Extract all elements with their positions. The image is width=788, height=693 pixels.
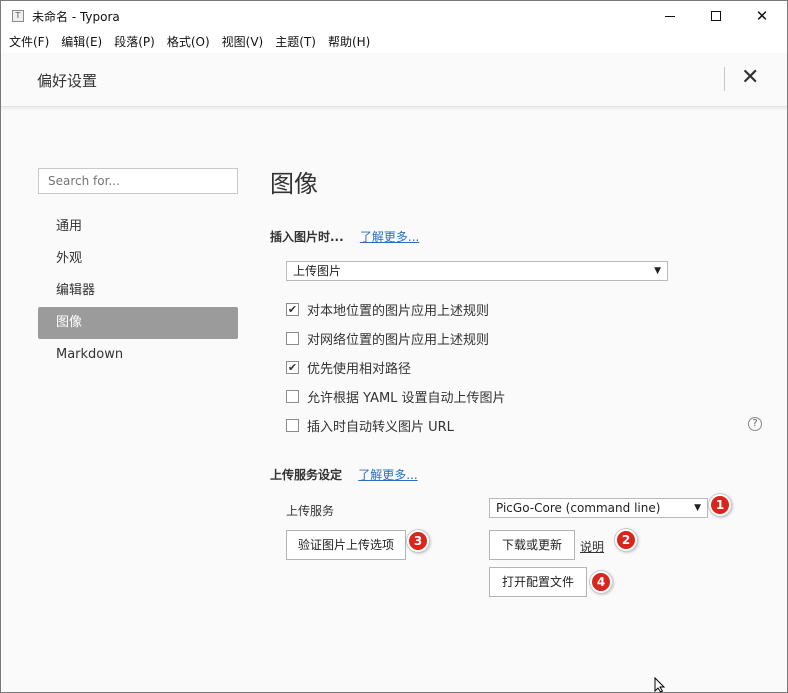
menu-file[interactable]: 文件(F) [3,31,55,53]
callout-badge-4: 4 [590,571,612,593]
download-or-update-button[interactable]: 下载或更新 [489,530,575,560]
checkbox-label: 优先使用相对路径 [307,361,412,377]
section-title: 图像 [270,170,318,198]
sidebar-item-editor[interactable]: 编辑器 [38,275,238,307]
chevron-down-icon: ▼ [654,266,661,276]
upload-service-select[interactable]: PicGo-Core (command line) ▼ [489,498,708,518]
insert-image-action-select[interactable]: 上传图片 ▼ [286,261,668,281]
checkbox-label: 插入时自动转义图片 URL [307,419,454,435]
checkbox-row-yaml-upload[interactable]: 允许根据 YAML 设置自动上传图片 [286,386,506,406]
menu-view[interactable]: 视图(V) [216,31,270,53]
upload-learn-more-link[interactable]: 了解更多... [358,468,417,482]
title-bar: T 未命名 - Typora ✕ [1,1,787,31]
checkbox-label: 允许根据 YAML 设置自动上传图片 [307,390,506,406]
close-icon: ✕ [755,6,769,25]
preferences-header: 偏好设置 ✕ [1,53,787,107]
window-title: 未命名 - Typora [32,10,120,24]
close-window-button[interactable]: ✕ [739,1,785,31]
checkbox-escape-url[interactable] [286,418,299,432]
callout-badge-3: 3 [407,530,429,552]
typora-window: T 未命名 - Typora ✕ 文件(F) 编辑(E) 段落(P) 格式(O)… [0,0,788,693]
maximize-button[interactable] [693,1,739,31]
insert-image-heading: 插入图片时... 了解更多... [270,228,419,245]
checkbox-local-rules[interactable]: ✔ [286,302,299,316]
sidebar-item-markdown[interactable]: Markdown [38,339,238,371]
checkbox-row-local-rules[interactable]: ✔ 对本地位置的图片应用上述规则 [286,299,489,319]
search-input[interactable] [38,168,238,194]
preferences-nav: 通用 外观 编辑器 图像 Markdown [38,211,238,371]
sidebar-item-image[interactable]: 图像 [38,307,238,339]
insert-image-action-value: 上传图片 [293,264,342,278]
menu-paragraph[interactable]: 段落(P) [108,31,161,53]
checkbox-relative-path[interactable]: ✔ [286,360,299,374]
open-config-file-button[interactable]: 打开配置文件 [489,567,587,597]
checkbox-row-escape-url[interactable]: 插入时自动转义图片 URL [286,415,454,435]
menu-format[interactable]: 格式(O) [161,31,216,53]
chevron-down-icon: ▼ [694,503,701,513]
verify-upload-options-button[interactable]: 验证图片上传选项 [286,530,406,560]
sidebar-item-appearance[interactable]: 外观 [38,243,238,275]
sidebar-item-general[interactable]: 通用 [38,211,238,243]
checkbox-yaml-upload[interactable] [286,389,299,403]
explain-link[interactable]: 说明 [580,538,604,555]
checkbox-label: 对网络位置的图片应用上述规则 [307,332,490,348]
minimize-button[interactable] [647,1,693,31]
callout-badge-1: 1 [709,494,731,516]
insert-image-heading-text: 插入图片时... [270,230,344,244]
checkbox-row-relative-path[interactable]: ✔ 优先使用相对路径 [286,357,411,377]
callout-badge-2: 2 [615,529,637,551]
close-preferences-button[interactable]: ✕ [741,65,759,91]
mouse-cursor-icon [654,676,668,693]
header-divider [724,67,725,91]
upload-service-heading: 上传服务设定 了解更多... [270,466,418,483]
checkbox-label: 对本地位置的图片应用上述规则 [307,303,490,319]
menu-help[interactable]: 帮助(H) [322,31,376,53]
checkbox-network-rules[interactable] [286,331,299,345]
help-icon[interactable]: ? [748,417,762,431]
menu-bar: 文件(F) 编辑(E) 段落(P) 格式(O) 视图(V) 主题(T) 帮助(H… [1,31,787,53]
upload-service-label: 上传服务 [286,504,335,518]
checkbox-row-network-rules[interactable]: 对网络位置的图片应用上述规则 [286,328,489,348]
minimize-icon [665,15,675,17]
insert-learn-more-link[interactable]: 了解更多... [360,230,419,244]
maximize-icon [711,11,721,21]
menu-theme[interactable]: 主题(T) [269,31,322,53]
upload-service-value: PicGo-Core (command line) [496,501,661,515]
upload-service-heading-text: 上传服务设定 [270,468,343,482]
typora-app-icon: T [12,10,24,22]
preferences-title: 偏好设置 [37,72,98,90]
menu-edit[interactable]: 编辑(E) [55,31,108,53]
